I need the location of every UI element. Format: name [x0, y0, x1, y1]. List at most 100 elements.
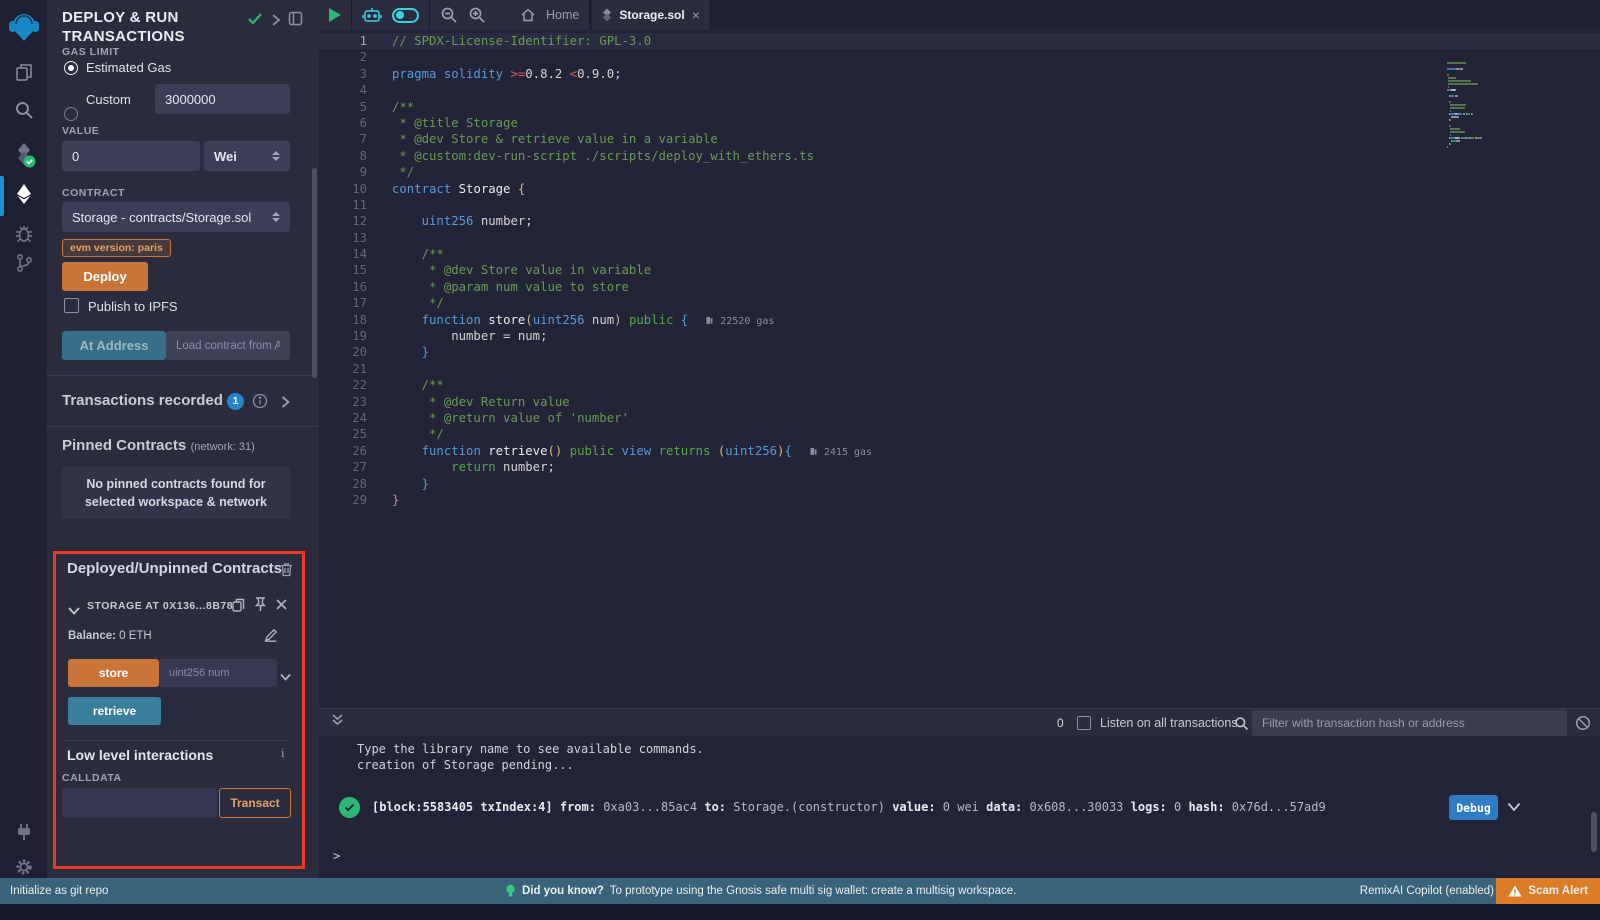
code-lines: 1// SPDX-License-Identifier: GPL-3.023pr…	[319, 30, 1600, 508]
contract-select-arrows-icon	[272, 212, 280, 222]
terminal-search-icon[interactable]	[1234, 716, 1249, 731]
run-script-icon[interactable]	[329, 8, 341, 22]
deploy-panel: DEPLOY & RUN TRANSACTIONS GAS LIMIT Esti…	[47, 0, 319, 878]
pinned-network: (network: 31)	[191, 441, 255, 453]
listen-label: Listen on all transactions	[1100, 716, 1238, 730]
copilot-toggle[interactable]	[392, 8, 419, 23]
publish-ipfs-checkbox[interactable]	[64, 298, 79, 313]
solidity-file-icon	[602, 8, 612, 22]
clear-filter-ban-icon[interactable]	[1575, 715, 1591, 731]
calldata-input[interactable]	[62, 788, 217, 818]
git-init-status[interactable]: Initialize as git repo	[10, 885, 108, 897]
solidity-compiler-icon[interactable]	[0, 142, 47, 168]
value-input[interactable]	[62, 141, 200, 171]
edit-balance-icon[interactable]	[263, 628, 278, 648]
trash-icon[interactable]	[280, 562, 293, 582]
low-level-title: Low level interactions	[67, 747, 213, 763]
plugin-manager-icon[interactable]	[0, 822, 47, 842]
tab-label: Storage.sol	[619, 8, 684, 22]
copy-address-icon[interactable]	[231, 597, 246, 618]
terminal-collapse-icon[interactable]	[331, 713, 344, 732]
terminal[interactable]: Type the library name to see available c…	[319, 736, 1600, 878]
transactions-expand-icon[interactable]	[281, 395, 290, 413]
remix-logo-icon[interactable]	[0, 10, 47, 44]
contract-select[interactable]: Storage - contracts/Storage.sol	[62, 202, 290, 232]
listen-count: 0	[1057, 716, 1064, 730]
estimated-gas-radio[interactable]	[64, 61, 78, 75]
contract-collapse-icon[interactable]	[68, 602, 80, 620]
home-label[interactable]: Home	[546, 8, 579, 22]
deploy-button[interactable]: Deploy	[62, 262, 148, 291]
terminal-scrollbar[interactable]	[1591, 812, 1597, 852]
tx-success-icon	[339, 797, 360, 818]
editor-toolbar: Home Storage.sol ×	[319, 0, 1600, 30]
deployed-contract-header[interactable]: STORAGE AT 0X136...8B78	[87, 600, 233, 612]
did-you-know-tip: Did you know? To prototype using the Gno…	[505, 884, 1016, 898]
ai-copilot-robot-icon[interactable]	[362, 6, 382, 24]
bottom-strip	[0, 904, 1600, 920]
git-icon[interactable]	[0, 253, 47, 273]
pinned-contracts-title: Pinned Contracts (network: 31)	[62, 437, 255, 455]
panel-title: DEPLOY & RUN TRANSACTIONS	[62, 8, 242, 46]
pinned-empty-box: No pinned contracts found forselected wo…	[62, 467, 290, 519]
store-arg-input[interactable]	[159, 659, 277, 687]
deployed-contracts-title: Deployed/Unpinned Contracts	[67, 560, 282, 577]
scam-alert-button[interactable]: Scam Alert	[1496, 878, 1600, 904]
editor-minimap[interactable]	[1447, 62, 1527, 149]
pin-contract-icon[interactable]	[253, 596, 268, 618]
custom-gas-input[interactable]	[155, 84, 290, 114]
tx-log-row[interactable]: [block:5583405 txIndex:4] from: 0xa03...…	[319, 795, 1600, 821]
contract-label: CONTRACT	[62, 187, 125, 199]
transactions-recorded-label: Transactions recorded	[62, 392, 223, 409]
tip-text: To prototype using the Gnosis safe multi…	[610, 885, 1017, 897]
info-icon[interactable]	[252, 393, 268, 414]
terminal-log: Type the library name to see available c…	[357, 741, 704, 773]
run-group	[319, 0, 352, 30]
value-unit: Wei	[214, 149, 237, 164]
tab-close-icon[interactable]: ×	[692, 8, 700, 22]
warning-icon	[1508, 885, 1522, 897]
low-level-info-icon[interactable]: i	[281, 745, 285, 761]
debug-button[interactable]: Debug	[1449, 795, 1498, 820]
settings-gear-icon[interactable]	[0, 858, 47, 876]
copilot-status[interactable]: RemixAI Copilot (enabled)	[1360, 885, 1494, 897]
store-expand-icon[interactable]	[280, 668, 291, 686]
panel-forward-icon[interactable]	[271, 13, 281, 31]
at-address-button[interactable]: At Address	[62, 331, 166, 360]
home-icon[interactable]	[520, 7, 536, 23]
ai-group	[352, 0, 430, 30]
value-unit-select[interactable]: Wei	[204, 141, 290, 171]
tx-expand-icon[interactable]	[1507, 802, 1521, 812]
tab-storage-sol[interactable]: Storage.sol ×	[592, 0, 711, 30]
icon-rail	[0, 0, 47, 878]
at-address-input[interactable]	[166, 331, 290, 360]
gas-limit-label: GAS LIMIT	[62, 46, 120, 58]
file-explorer-icon[interactable]	[0, 62, 47, 82]
deploy-run-icon[interactable]	[0, 183, 47, 205]
estimated-gas-label: Estimated Gas	[86, 60, 171, 75]
store-function-button[interactable]: store	[68, 659, 159, 687]
divider	[47, 375, 319, 376]
gas-estimate-badge: 2415 gas	[810, 447, 872, 458]
terminal-prompt[interactable]: >	[333, 848, 340, 864]
code-editor[interactable]: 1// SPDX-License-Identifier: GPL-3.023pr…	[319, 30, 1600, 708]
publish-ipfs-label: Publish to IPFS	[88, 299, 178, 314]
panel-scrollbar[interactable]	[312, 168, 317, 378]
zoom-group: Home	[430, 0, 590, 30]
remove-contract-icon[interactable]	[275, 598, 288, 616]
debugger-icon[interactable]	[0, 223, 47, 243]
custom-gas-label: Custom	[86, 92, 131, 107]
listen-checkbox[interactable]	[1077, 716, 1091, 730]
retrieve-function-button[interactable]: retrieve	[68, 697, 161, 725]
transact-button[interactable]: Transact	[219, 788, 291, 818]
zoom-out-icon[interactable]	[440, 6, 458, 24]
search-icon[interactable]	[0, 100, 47, 120]
evm-version-badge: evm version: paris	[62, 239, 171, 257]
tx-log-text: [block:5583405 txIndex:4] from: 0xa03...…	[372, 800, 1326, 814]
zoom-in-icon[interactable]	[468, 6, 486, 24]
terminal-header: 0 Listen on all transactions	[319, 708, 1600, 736]
pin-panel-icon[interactable]	[288, 11, 303, 31]
custom-gas-radio[interactable]	[64, 107, 78, 121]
terminal-filter-input[interactable]	[1252, 710, 1567, 736]
main-area: Home Storage.sol × 1// SPDX-License-Iden…	[319, 0, 1600, 878]
